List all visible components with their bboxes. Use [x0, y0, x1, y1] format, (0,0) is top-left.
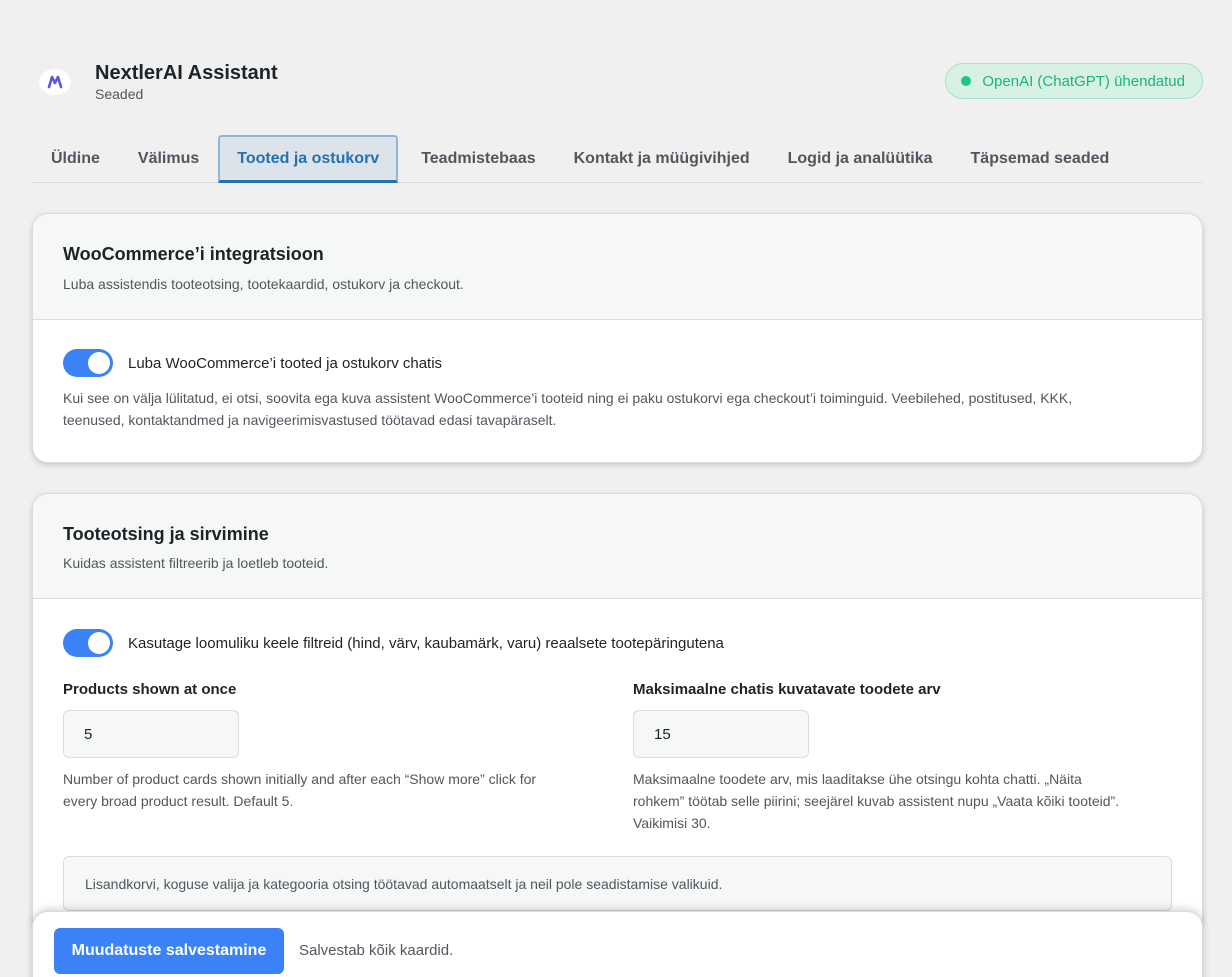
help-line: every broad product result. Default 5. — [63, 793, 294, 809]
nextlerai-logo-icon — [38, 68, 72, 96]
auto-features-notice: Lisandkorvi, koguse valija ja kategooria… — [63, 856, 1172, 911]
save-note: Salvestab kõik kaardid. — [299, 942, 454, 959]
app-header: NextlerAI Assistant Seaded OpenAI (ChatG… — [32, 58, 1203, 108]
product-search-card-title: Tooteotsing ja sirvimine — [63, 524, 269, 544]
nl-filters-toggle-label: Kasutage loomuliku keele filtreid (hind,… — [128, 634, 724, 652]
help-line: Number of product cards shown initially … — [63, 771, 537, 787]
status-dot-icon — [961, 76, 972, 86]
product-search-card-header: Tooteotsing ja sirvimine Kuidas assisten… — [33, 494, 1202, 599]
help-line: Maksimaalne toodete arv, mis laaditakse … — [633, 771, 1082, 787]
woocommerce-card-header: WooCommerce’i integratsioon Luba assiste… — [33, 214, 1202, 320]
product-search-card-body: Kasutage loomuliku keele filtreid (hind,… — [33, 599, 1202, 932]
app-title: NextlerAI Assistant — [95, 62, 278, 84]
products-shown-label: Products shown at once — [63, 681, 237, 698]
nl-filters-toggle[interactable] — [63, 629, 113, 657]
tab-advanced[interactable]: Täpsemad seaded — [952, 135, 1129, 183]
products-shown-input[interactable] — [63, 710, 239, 758]
save-bar: Muudatuste salvestamine Salvestab kõik k… — [32, 911, 1203, 977]
woocommerce-toggle-row: Luba WooCommerce’i tooted ja ostukorv ch… — [63, 349, 1172, 377]
connection-status-badge: OpenAI (ChatGPT) ühendatud — [945, 63, 1203, 99]
toggle-knob — [88, 632, 110, 654]
woocommerce-help-text: Kui see on välja lülitatud, ei otsi, soo… — [63, 387, 1172, 431]
help-line: rohkem” töötab selle piirini; seejärel k… — [633, 793, 1120, 809]
max-products-help: Maksimaalne toodete arv, mis laaditakse … — [633, 768, 1173, 834]
max-products-input[interactable] — [633, 710, 809, 758]
tab-products-cart[interactable]: Tooted ja ostukorv — [218, 135, 399, 183]
toggle-knob — [88, 352, 110, 374]
connection-status-text: OpenAI (ChatGPT) ühendatud — [982, 72, 1185, 90]
woocommerce-card-description: Luba assistendis tooteotsing, tootekaard… — [63, 276, 464, 292]
woocommerce-enable-toggle[interactable] — [63, 349, 113, 377]
woocommerce-card-body: Luba WooCommerce’i tooted ja ostukorv ch… — [33, 320, 1202, 431]
save-changes-button[interactable]: Muudatuste salvestamine — [54, 928, 284, 974]
nl-filters-toggle-row: Kasutage loomuliku keele filtreid (hind,… — [63, 629, 1172, 657]
woocommerce-toggle-label: Luba WooCommerce’i tooted ja ostukorv ch… — [128, 354, 443, 372]
tab-general[interactable]: Üldine — [32, 135, 119, 183]
settings-tabs: Üldine Välimus Tooted ja ostukorv Teadmi… — [32, 135, 1203, 183]
woocommerce-card-title: WooCommerce’i integratsioon — [63, 244, 324, 264]
product-search-card-description: Kuidas assistent filtreerib ja loetleb t… — [63, 555, 329, 571]
help-line: Kui see on välja lülitatud, ei otsi, soo… — [63, 390, 1073, 406]
max-products-field: Maksimaalne chatis kuvatavate toodete ar… — [633, 681, 1173, 834]
max-products-label: Maksimaalne chatis kuvatavate toodete ar… — [633, 681, 941, 698]
products-shown-field: Products shown at once Number of product… — [63, 681, 603, 812]
woocommerce-card: WooCommerce’i integratsioon Luba assiste… — [32, 213, 1203, 463]
tab-knowledge-base[interactable]: Teadmistebaas — [402, 135, 554, 183]
help-line: Vaikimisi 30. — [633, 815, 711, 831]
tab-contact-leads[interactable]: Kontakt ja müügivihjed — [555, 135, 769, 183]
product-search-card: Tooteotsing ja sirvimine Kuidas assisten… — [32, 493, 1203, 933]
app-subtitle: Seaded — [95, 86, 144, 102]
tab-appearance[interactable]: Välimus — [119, 135, 218, 183]
products-shown-help: Number of product cards shown initially … — [63, 768, 603, 812]
help-line: teenused, kontaktandmed ja navigeerimisv… — [63, 412, 557, 428]
tab-logs-analytics[interactable]: Logid ja analüütika — [769, 135, 952, 183]
